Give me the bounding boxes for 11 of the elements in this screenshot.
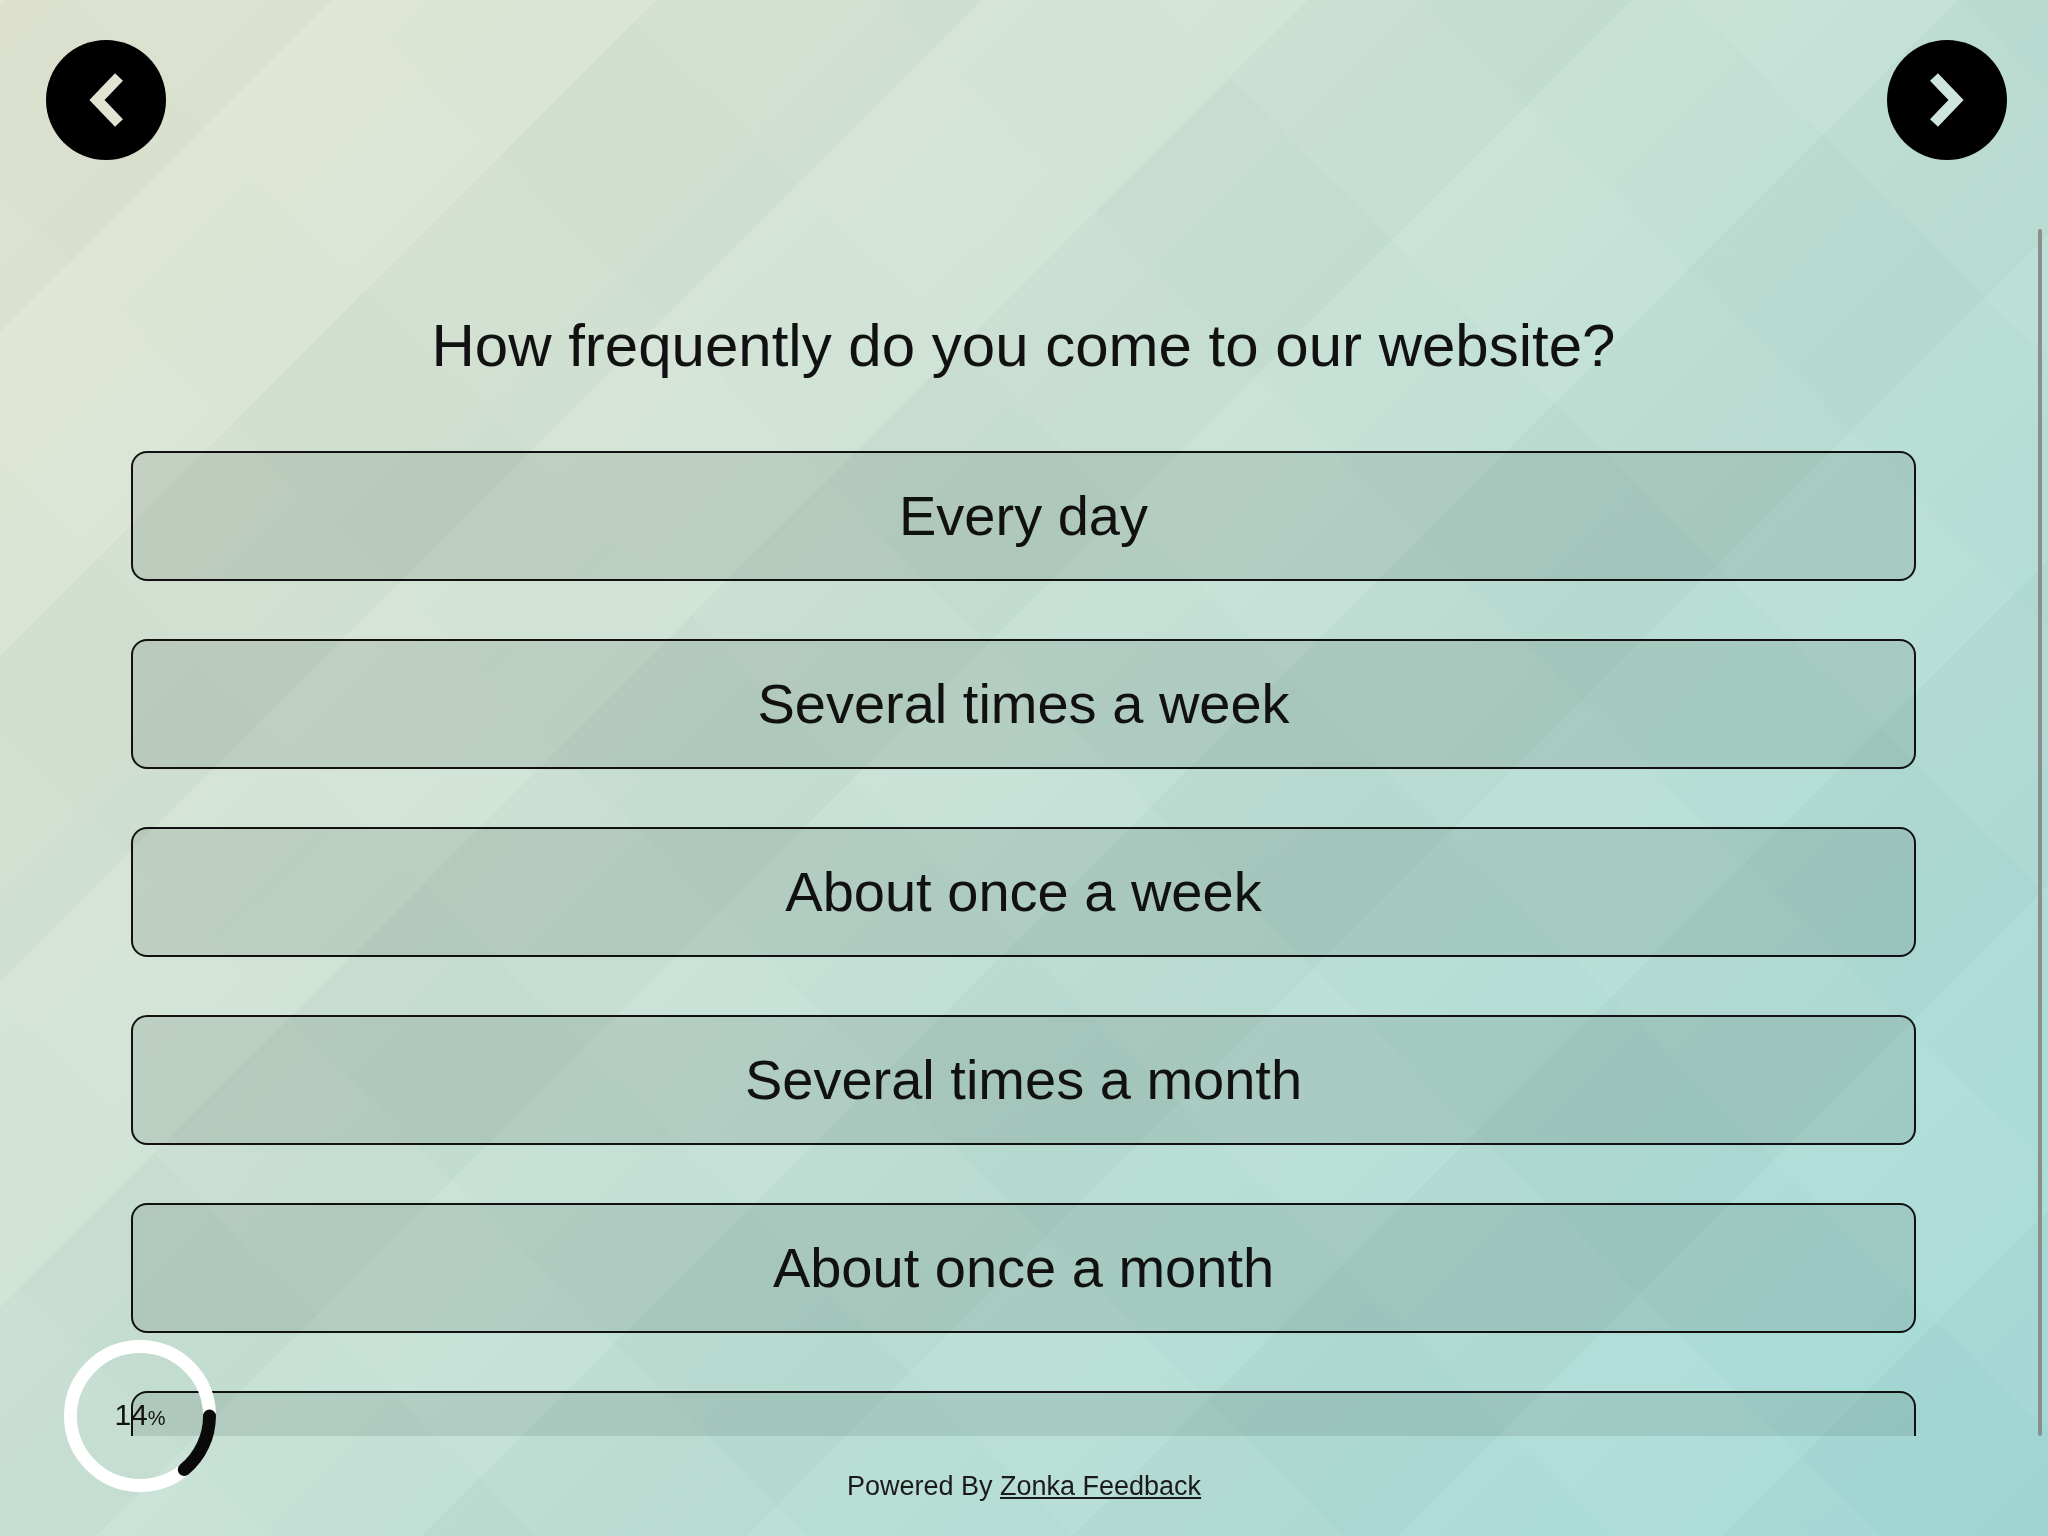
answer-option[interactable]: About once a week xyxy=(131,827,1916,957)
chevron-left-icon xyxy=(88,73,124,127)
scrollbar[interactable] xyxy=(2038,229,2042,1436)
answer-option[interactable]: Several times a week xyxy=(131,639,1916,769)
answer-option[interactable]: Every day xyxy=(131,451,1916,581)
chevron-right-icon xyxy=(1929,73,1965,127)
answer-option[interactable]: Several times a month xyxy=(131,1015,1916,1145)
question-text: How frequently do you come to our website? xyxy=(431,311,1616,381)
zonka-feedback-link[interactable]: Zonka Feedback xyxy=(1000,1471,1202,1501)
powered-by-text: Powered By Zonka Feedback xyxy=(846,1470,1202,1503)
answer-option[interactable]: About once a month xyxy=(131,1203,1916,1333)
